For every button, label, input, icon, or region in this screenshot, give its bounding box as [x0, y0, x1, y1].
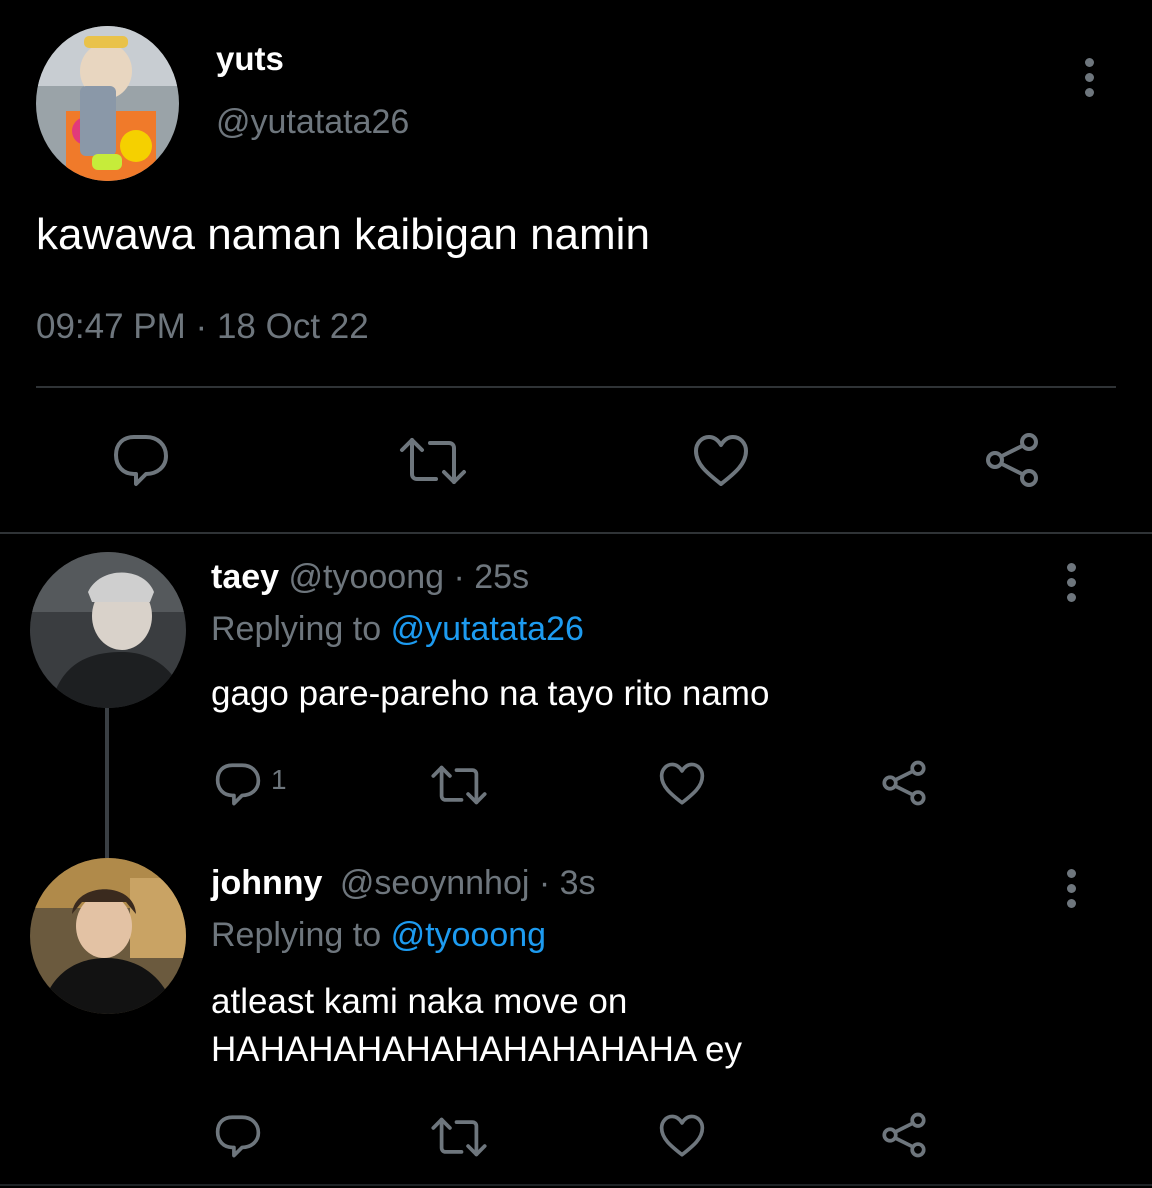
- tweet-timestamp: 09:47 PM · 18 Oct 22: [36, 307, 369, 347]
- reply-text-line-1: atleast kami naka move on: [211, 982, 628, 1021]
- bottom-divider: [0, 1184, 1152, 1186]
- replying-to-label: Replying to: [211, 610, 382, 648]
- more-vertical-icon[interactable]: [1065, 563, 1077, 608]
- share-icon[interactable]: [983, 432, 1041, 488]
- timestamp-separator: ·: [195, 307, 208, 346]
- reply-text-line-2: HAHAHAHAHAHAHAHAHAHA ey: [211, 1030, 742, 1069]
- reply-age: · 3s: [538, 864, 596, 902]
- tweet-date: 18 Oct 22: [216, 307, 369, 346]
- reply-header-johnny: johnny @seoynnhoj · 3s: [211, 864, 596, 903]
- user-handle[interactable]: @tyooong: [289, 558, 445, 596]
- thread-connector-line: [105, 708, 109, 858]
- replying-to-label: Replying to: [211, 916, 382, 954]
- retweet-icon[interactable]: [430, 764, 488, 806]
- reply-icon[interactable]: [214, 762, 262, 806]
- display-name[interactable]: taey: [211, 558, 279, 596]
- avatar-johnny[interactable]: [30, 858, 186, 1014]
- heart-icon[interactable]: [658, 762, 706, 806]
- more-vertical-icon[interactable]: [1083, 58, 1095, 103]
- share-icon[interactable]: [880, 1112, 928, 1158]
- avatar-yuts[interactable]: [36, 26, 179, 181]
- divider: [36, 386, 1116, 388]
- reply-icon[interactable]: [112, 433, 170, 487]
- reply-icon[interactable]: [214, 1114, 262, 1158]
- replying-to-mention[interactable]: @tyooong: [391, 916, 547, 954]
- replying-to-mention[interactable]: @yutatata26: [391, 610, 584, 648]
- avatar-taey[interactable]: [30, 552, 186, 708]
- share-icon[interactable]: [880, 760, 928, 806]
- replying-to-line: Replying to @yutatata26: [211, 610, 584, 649]
- display-name[interactable]: yuts: [216, 40, 284, 78]
- reply-count: 1: [271, 764, 287, 795]
- replying-to-line: Replying to @tyooong: [211, 916, 546, 955]
- reply-header-taey: taey @tyooong · 25s: [211, 558, 529, 597]
- tweet-text: kawawa naman kaibigan namin: [36, 210, 650, 259]
- more-vertical-icon[interactable]: [1065, 869, 1077, 914]
- user-handle[interactable]: @seoynnhoj: [340, 864, 530, 902]
- reply-age: · 25s: [453, 558, 530, 596]
- heart-icon[interactable]: [692, 434, 750, 488]
- reply-text: gago pare-pareho na tayo rito namo: [211, 674, 770, 713]
- section-divider: [0, 532, 1152, 534]
- user-handle[interactable]: @yutatata26: [216, 103, 409, 142]
- retweet-icon[interactable]: [430, 1116, 488, 1158]
- tweet-time: 09:47 PM: [36, 307, 186, 346]
- display-name[interactable]: johnny: [211, 864, 322, 902]
- retweet-icon[interactable]: [398, 436, 468, 486]
- heart-icon[interactable]: [658, 1114, 706, 1158]
